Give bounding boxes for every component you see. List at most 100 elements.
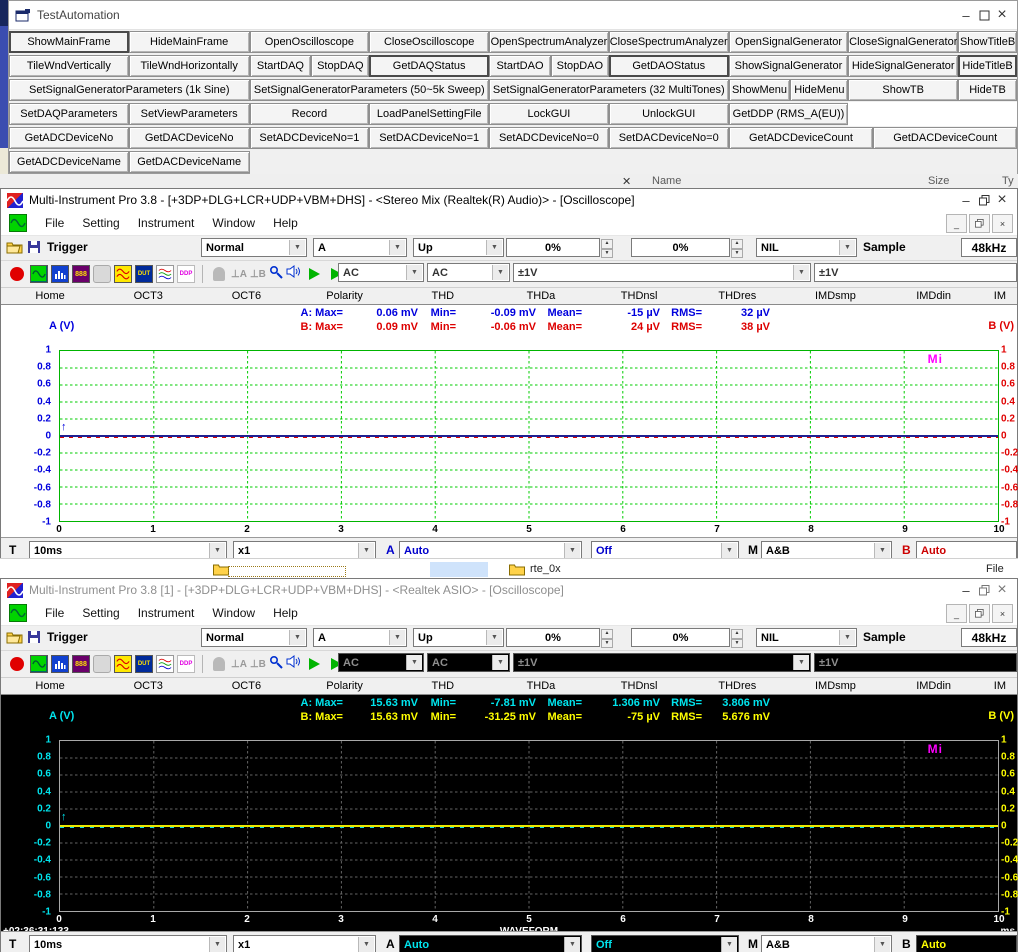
signal-generator-icon[interactable] bbox=[114, 655, 132, 673]
ta-button-getddp-rms-a-eu-[interactable]: GetDDP (RMS_A(EU)) bbox=[729, 103, 849, 125]
ta-button-startdao[interactable]: StartDAO bbox=[489, 55, 551, 77]
channel-b-range-select[interactable]: Auto bbox=[916, 935, 1017, 952]
mdi-restore-icon[interactable] bbox=[969, 214, 990, 233]
multimeter-icon[interactable]: 888 bbox=[72, 265, 90, 283]
ddp-viewer-icon[interactable]: DDP bbox=[177, 655, 195, 673]
ta-button-getdacdevicename[interactable]: GetDACDeviceName bbox=[129, 151, 250, 173]
close-icon[interactable]: × bbox=[993, 6, 1011, 24]
open-file-icon[interactable] bbox=[6, 240, 23, 259]
trigger-nil-select[interactable]: NIL▼ bbox=[756, 238, 857, 257]
ta-button-getdacdeviceno[interactable]: GetDACDeviceNo bbox=[129, 127, 250, 149]
menu-help[interactable]: Help bbox=[273, 216, 298, 230]
ta-button-getadcdevicecount[interactable]: GetADCDeviceCount bbox=[729, 127, 874, 149]
multimeter-icon[interactable]: 888 bbox=[72, 655, 90, 673]
coupling-a-select[interactable]: AC▼ bbox=[338, 653, 424, 672]
ta-button-getdaostatus[interactable]: GetDAOStatus bbox=[609, 55, 729, 77]
ddp-viewer-icon[interactable]: DDP bbox=[177, 265, 195, 283]
restore-icon[interactable] bbox=[975, 191, 993, 209]
tab-thdres[interactable]: THDres bbox=[688, 290, 786, 302]
tab-imddin[interactable]: IMDdin bbox=[885, 680, 983, 692]
tab-thd[interactable]: THD bbox=[394, 680, 492, 692]
tab-thdnsl[interactable]: THDnsl bbox=[590, 680, 688, 692]
close-icon[interactable]: × bbox=[993, 191, 1011, 209]
tab-im[interactable]: IM bbox=[983, 290, 1017, 302]
tab-oct3[interactable]: OCT3 bbox=[99, 680, 197, 692]
trigger-delay-spinner[interactable]: 0%▲▼ bbox=[631, 238, 730, 257]
save-icon[interactable] bbox=[27, 630, 41, 649]
ta-button-setviewparameters[interactable]: SetViewParameters bbox=[129, 103, 250, 125]
menu-file[interactable]: File bbox=[45, 216, 64, 230]
ta-button-stopdao[interactable]: StopDAO bbox=[551, 55, 609, 77]
probe-icon[interactable] bbox=[269, 265, 283, 284]
save-icon[interactable] bbox=[27, 240, 41, 259]
ta-button-hidetitleb[interactable]: HideTitleB bbox=[958, 55, 1017, 77]
tab-oct6[interactable]: OCT6 bbox=[197, 680, 295, 692]
mdi-restore-icon[interactable] bbox=[969, 604, 990, 623]
ta-button-lockgui[interactable]: LockGUI bbox=[489, 103, 609, 125]
trigger-level-spinner[interactable]: 0%▲▼ bbox=[506, 238, 600, 257]
waveform-plot[interactable]: ↑ Mi bbox=[59, 740, 999, 912]
multi-wave-icon[interactable] bbox=[156, 265, 174, 283]
mix-select[interactable]: A&B▼ bbox=[761, 935, 892, 952]
ta-button-setsignalgeneratorparameters-50-5k-sweep-[interactable]: SetSignalGeneratorParameters (50~5k Swee… bbox=[250, 79, 490, 101]
range-a-select[interactable]: ±1V▼ bbox=[513, 653, 811, 672]
menu-instrument[interactable]: Instrument bbox=[138, 216, 195, 230]
trigger-source-select[interactable]: A▼ bbox=[313, 238, 407, 257]
close-icon[interactable]: × bbox=[993, 581, 1011, 599]
waveform-plot[interactable]: ↑ Mi bbox=[59, 350, 999, 522]
tab-thdnsl[interactable]: THDnsl bbox=[590, 290, 688, 302]
menu-setting[interactable]: Setting bbox=[82, 216, 119, 230]
ta-button-hidemainframe[interactable]: HideMainFrame bbox=[129, 31, 250, 53]
ta-button-tilewndvertically[interactable]: TileWndVertically bbox=[9, 55, 129, 77]
persistence-select[interactable]: Off▼ bbox=[591, 935, 739, 952]
tab-thda[interactable]: THDa bbox=[492, 290, 590, 302]
ta-button-getdacdevicecount[interactable]: GetDACDeviceCount bbox=[873, 127, 1017, 149]
tab-oct3[interactable]: OCT3 bbox=[99, 290, 197, 302]
speaker-icon[interactable] bbox=[286, 655, 302, 673]
spectrum-analyzer-icon[interactable] bbox=[51, 265, 69, 283]
menu-instrument[interactable]: Instrument bbox=[138, 606, 195, 620]
ta-button-setadcdeviceno-1[interactable]: SetADCDeviceNo=1 bbox=[250, 127, 370, 149]
oscilloscope-icon[interactable] bbox=[30, 655, 48, 673]
ta-button-tilewndhorizontally[interactable]: TileWndHorizontally bbox=[129, 55, 250, 77]
open-file-icon[interactable] bbox=[6, 630, 23, 649]
trigger-mode-select[interactable]: Normal▼ bbox=[201, 628, 307, 647]
trigger-level-marker[interactable]: ↑ bbox=[61, 421, 67, 433]
trigger-nil-select[interactable]: NIL▼ bbox=[756, 628, 857, 647]
trigger-edge-select[interactable]: Up▼ bbox=[413, 628, 504, 647]
tab-home[interactable]: Home bbox=[1, 680, 99, 692]
record-icon[interactable] bbox=[10, 267, 24, 281]
ta-button-setdacdeviceno-0[interactable]: SetDACDeviceNo=0 bbox=[609, 127, 729, 149]
ta-button-showtb[interactable]: ShowTB bbox=[848, 79, 958, 101]
speaker-icon[interactable] bbox=[286, 265, 302, 283]
ta-button-setdaqparameters[interactable]: SetDAQParameters bbox=[9, 103, 129, 125]
restore-icon[interactable] bbox=[975, 581, 993, 599]
ta-button-hidetb[interactable]: HideTB bbox=[958, 79, 1017, 101]
device-test-plan-icon[interactable]: DUT bbox=[135, 655, 153, 673]
tab-im[interactable]: IM bbox=[983, 680, 1017, 692]
ta-button-hidemenu[interactable]: HideMenu bbox=[790, 79, 848, 101]
tab-imdsmp[interactable]: IMDsmp bbox=[786, 680, 884, 692]
ta-button-showsignalgenerator[interactable]: ShowSignalGenerator bbox=[729, 55, 849, 77]
tab-imddin[interactable]: IMDdin bbox=[885, 290, 983, 302]
coupling-a-select[interactable]: AC▼ bbox=[338, 263, 424, 282]
minimize-icon[interactable]: – bbox=[957, 191, 975, 209]
trigger-source-select[interactable]: A▼ bbox=[313, 628, 407, 647]
mdi-close-icon[interactable]: × bbox=[992, 214, 1013, 233]
trigger-delay-spinner[interactable]: 0%▲▼ bbox=[631, 628, 730, 647]
signal-generator-icon[interactable] bbox=[114, 265, 132, 283]
ta-button-setsignalgeneratorparameters-1k-sine-[interactable]: SetSignalGeneratorParameters (1k Sine) bbox=[9, 79, 250, 101]
zoom-select[interactable]: x1▼ bbox=[233, 935, 376, 952]
mdi-minimize-icon[interactable]: _ bbox=[946, 214, 967, 233]
trigger-level-spinner[interactable]: 0%▲▼ bbox=[506, 628, 600, 647]
ta-button-setdacdeviceno-1[interactable]: SetDACDeviceNo=1 bbox=[369, 127, 489, 149]
trigger-edge-select[interactable]: Up▼ bbox=[413, 238, 504, 257]
ta-button-unlockgui[interactable]: UnlockGUI bbox=[609, 103, 729, 125]
menu-window[interactable]: Window bbox=[212, 216, 255, 230]
ta-button-record[interactable]: Record bbox=[250, 103, 370, 125]
run-icon[interactable] bbox=[309, 658, 320, 670]
maximize-icon[interactable] bbox=[975, 6, 993, 24]
tab-home[interactable]: Home bbox=[1, 290, 99, 302]
ta-button-openoscilloscope[interactable]: OpenOscilloscope bbox=[250, 31, 370, 53]
ta-button-stopdaq[interactable]: StopDAQ bbox=[311, 55, 369, 77]
